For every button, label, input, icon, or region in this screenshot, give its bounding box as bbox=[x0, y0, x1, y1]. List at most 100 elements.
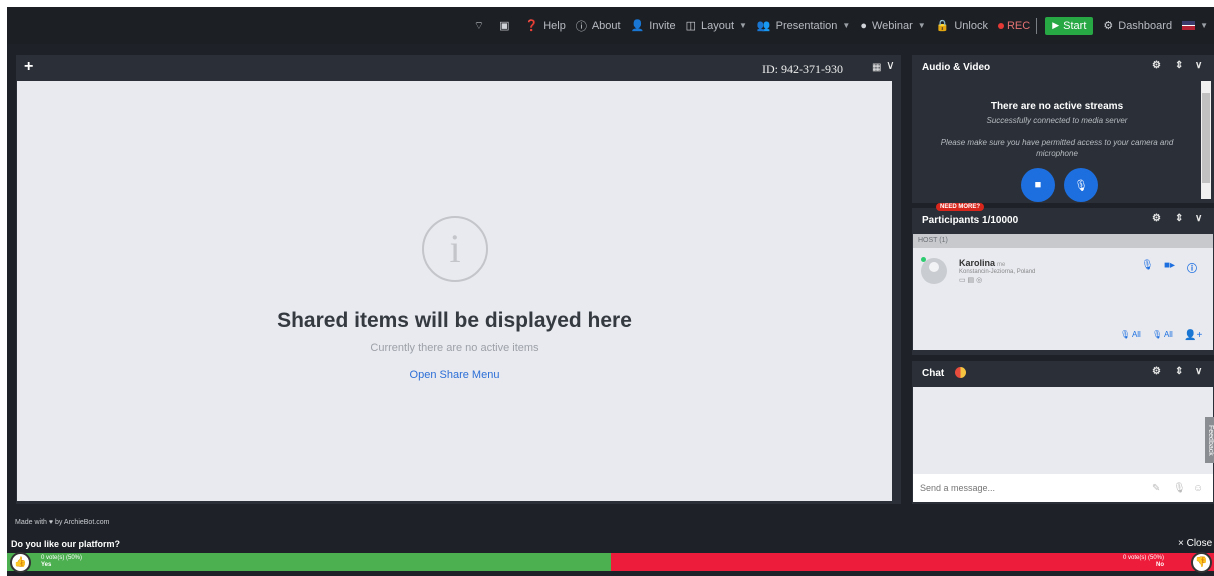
invite-button[interactable]: 👤 Invite bbox=[630, 19, 676, 33]
unlock-button[interactable]: 🔒 Unlock bbox=[935, 19, 988, 33]
webinar-label: Webinar bbox=[871, 19, 913, 32]
chevron-down-icon: ▼ bbox=[917, 21, 926, 30]
chevron-down-icon: ▼ bbox=[739, 21, 747, 30]
screen-button[interactable]: ▣ bbox=[499, 19, 514, 32]
layout-icon: ◫ bbox=[685, 20, 696, 32]
chat-panel: Chat ⚙ ⇕ ∨ ✎ 🎙 ☺ bbox=[912, 361, 1214, 504]
chat-messages bbox=[913, 387, 1213, 474]
gear-icon[interactable]: ⚙ bbox=[1152, 60, 1161, 71]
feedback-tab[interactable]: Feedback bbox=[1205, 417, 1214, 463]
participant-location: Konstancin-Jeziorna, Poland bbox=[959, 269, 1036, 275]
drag-handle-icon[interactable]: ⇕ bbox=[1175, 60, 1183, 71]
no-streams-title: There are no active streams bbox=[990, 101, 1124, 112]
screen-icon: ▣ bbox=[499, 20, 510, 32]
microphone-icon: 🎙 bbox=[1074, 179, 1088, 192]
mute-all-label: All bbox=[1131, 330, 1141, 339]
emoji-icon[interactable]: ☺ bbox=[1193, 483, 1203, 494]
presentation-label: Presentation bbox=[775, 19, 838, 32]
thumbs-down-icon[interactable]: 👎 bbox=[1191, 552, 1212, 573]
participant-camera-icon[interactable]: ■▸ bbox=[1164, 260, 1175, 271]
shared-items-title: Shared items will be displayed here bbox=[277, 309, 632, 332]
permission-note: Please make sure you have permitted acce… bbox=[940, 138, 1174, 158]
need-more-badge[interactable]: NEED MORE? bbox=[936, 203, 985, 211]
chevron-down-icon[interactable]: ∨ bbox=[1195, 366, 1202, 377]
participant-name: Karolina me bbox=[959, 258, 1005, 268]
presentation-menu[interactable]: 👥 Presentation ▼ bbox=[756, 19, 850, 33]
camera-button[interactable]: ■ bbox=[1021, 168, 1055, 202]
start-button[interactable]: ▶ Start bbox=[1045, 16, 1094, 35]
grid-view-icon[interactable]: ▦ bbox=[872, 62, 881, 73]
mute-all-button[interactable]: 🎙 All bbox=[1120, 330, 1141, 339]
chevron-down-icon: ▼ bbox=[1200, 21, 1208, 30]
webinar-menu[interactable]: ● Webinar ▼ bbox=[860, 20, 925, 32]
chat-header: Chat ⚙ ⇕ ∨ bbox=[912, 361, 1214, 385]
chat-message-input[interactable] bbox=[913, 474, 1213, 502]
microphone-icon[interactable]: 🎙 bbox=[1173, 483, 1186, 494]
collapse-chevron-icon[interactable]: ∨ bbox=[886, 58, 895, 72]
gear-icon[interactable]: ⚙ bbox=[1152, 366, 1161, 377]
record-dot-icon bbox=[997, 22, 1004, 29]
help-label: Help bbox=[543, 19, 566, 32]
chat-emoji-icon[interactable] bbox=[955, 367, 966, 378]
participant-microphone-icon[interactable]: 🎙 bbox=[1141, 260, 1154, 271]
invite-icon: 👤 bbox=[630, 20, 645, 32]
no-vote-count: 0 vote(s) (50%) bbox=[1123, 555, 1165, 561]
add-user-button[interactable]: 👤+ bbox=[1184, 330, 1202, 341]
rec-button[interactable]: REC bbox=[997, 19, 1031, 32]
microphone-slash-icon: 🎙 bbox=[1152, 330, 1163, 339]
thumbs-up-icon[interactable]: 👍 bbox=[10, 552, 31, 573]
camera-icon: ■ bbox=[1034, 179, 1042, 191]
host-group-header: HOST (1) bbox=[913, 234, 1213, 248]
audio-video-scrollbar[interactable] bbox=[1201, 81, 1211, 199]
language-menu[interactable]: ▼ bbox=[1182, 21, 1208, 30]
audio-video-title: Audio & Video bbox=[922, 61, 991, 73]
yes-vote-count: 0 vote(s) (50%) bbox=[41, 555, 83, 561]
media-server-status: Successfully connected to media server bbox=[986, 116, 1128, 125]
scrollbar-thumb[interactable] bbox=[1202, 93, 1210, 183]
drag-handle-icon[interactable]: ⇕ bbox=[1175, 366, 1183, 377]
unmute-all-button[interactable]: 🎙 All bbox=[1152, 330, 1173, 339]
presentation-icon: 👥 bbox=[756, 20, 771, 32]
microphone-button[interactable]: 🎙 bbox=[1064, 168, 1098, 202]
layout-label: Layout bbox=[700, 19, 734, 32]
dashboard-button[interactable]: ⚙ Dashboard bbox=[1103, 19, 1172, 33]
rec-label: REC bbox=[1006, 19, 1031, 32]
layout-menu[interactable]: ◫ Layout ▼ bbox=[685, 19, 747, 33]
app-window: ⌔ ▣ ❓ Help ⓘ About 👤 Invite ◫ Layout ▼ 👥 Prese… bbox=[7, 7, 1214, 576]
attachment-icon[interactable]: ✎ bbox=[1152, 483, 1160, 494]
info-circle-icon: i bbox=[422, 216, 488, 282]
no-label: No bbox=[1156, 562, 1165, 568]
about-label: About bbox=[591, 19, 621, 32]
participants-list: Karolina me Konstancin-Jeziorna, Poland ▭… bbox=[913, 248, 1213, 350]
yes-label: Yes bbox=[41, 562, 52, 568]
wifi-status[interactable]: ⌔ bbox=[474, 19, 489, 33]
participants-panel: Participants 1/10000 ⚙ ⇕ ∨ HOST (1) Karo… bbox=[912, 208, 1214, 355]
audio-video-panel: Audio & Video ⚙ ⇕ ∨ There are no active … bbox=[912, 55, 1214, 203]
avatar bbox=[921, 258, 947, 284]
about-button[interactable]: ⓘ About bbox=[576, 18, 621, 34]
participant-info-icon[interactable]: ⓘ bbox=[1187, 260, 1197, 275]
device-icons: ▭ ▤ ◎ bbox=[959, 277, 983, 284]
help-button[interactable]: ❓ Help bbox=[524, 19, 566, 33]
lock-icon: 🔒 bbox=[935, 20, 950, 32]
add-item-button[interactable]: + bbox=[24, 58, 33, 76]
shared-items-panel: + ID: 942-371-930 ▦ ∨ i Shared items wil… bbox=[16, 55, 901, 504]
online-status-icon bbox=[921, 257, 926, 262]
gear-icon[interactable]: ⚙ bbox=[1152, 213, 1161, 224]
chevron-down-icon[interactable]: ∨ bbox=[1195, 213, 1202, 224]
open-share-menu-link[interactable]: Open Share Menu bbox=[17, 369, 892, 381]
shared-items-subtitle: Currently there are no active items bbox=[370, 342, 539, 354]
info-icon: ⓘ bbox=[575, 20, 587, 33]
me-tag: me bbox=[997, 262, 1006, 268]
chat-title: Chat bbox=[922, 367, 945, 379]
shared-items-area: i Shared items will be displayed here Cu… bbox=[17, 81, 892, 501]
us-flag-icon bbox=[1182, 21, 1196, 30]
poll-close-button[interactable]: × Close bbox=[1178, 538, 1212, 549]
toolbar-divider bbox=[1036, 17, 1038, 34]
made-with-credit: Made with ♥ by ArchieBot.com bbox=[15, 519, 109, 526]
yes-vote-bar[interactable] bbox=[7, 553, 611, 571]
help-icon: ❓ bbox=[524, 20, 539, 32]
chevron-down-icon[interactable]: ∨ bbox=[1195, 60, 1202, 71]
participants-title: Participants 1/10000 bbox=[922, 214, 1019, 226]
drag-handle-icon[interactable]: ⇕ bbox=[1175, 213, 1183, 224]
